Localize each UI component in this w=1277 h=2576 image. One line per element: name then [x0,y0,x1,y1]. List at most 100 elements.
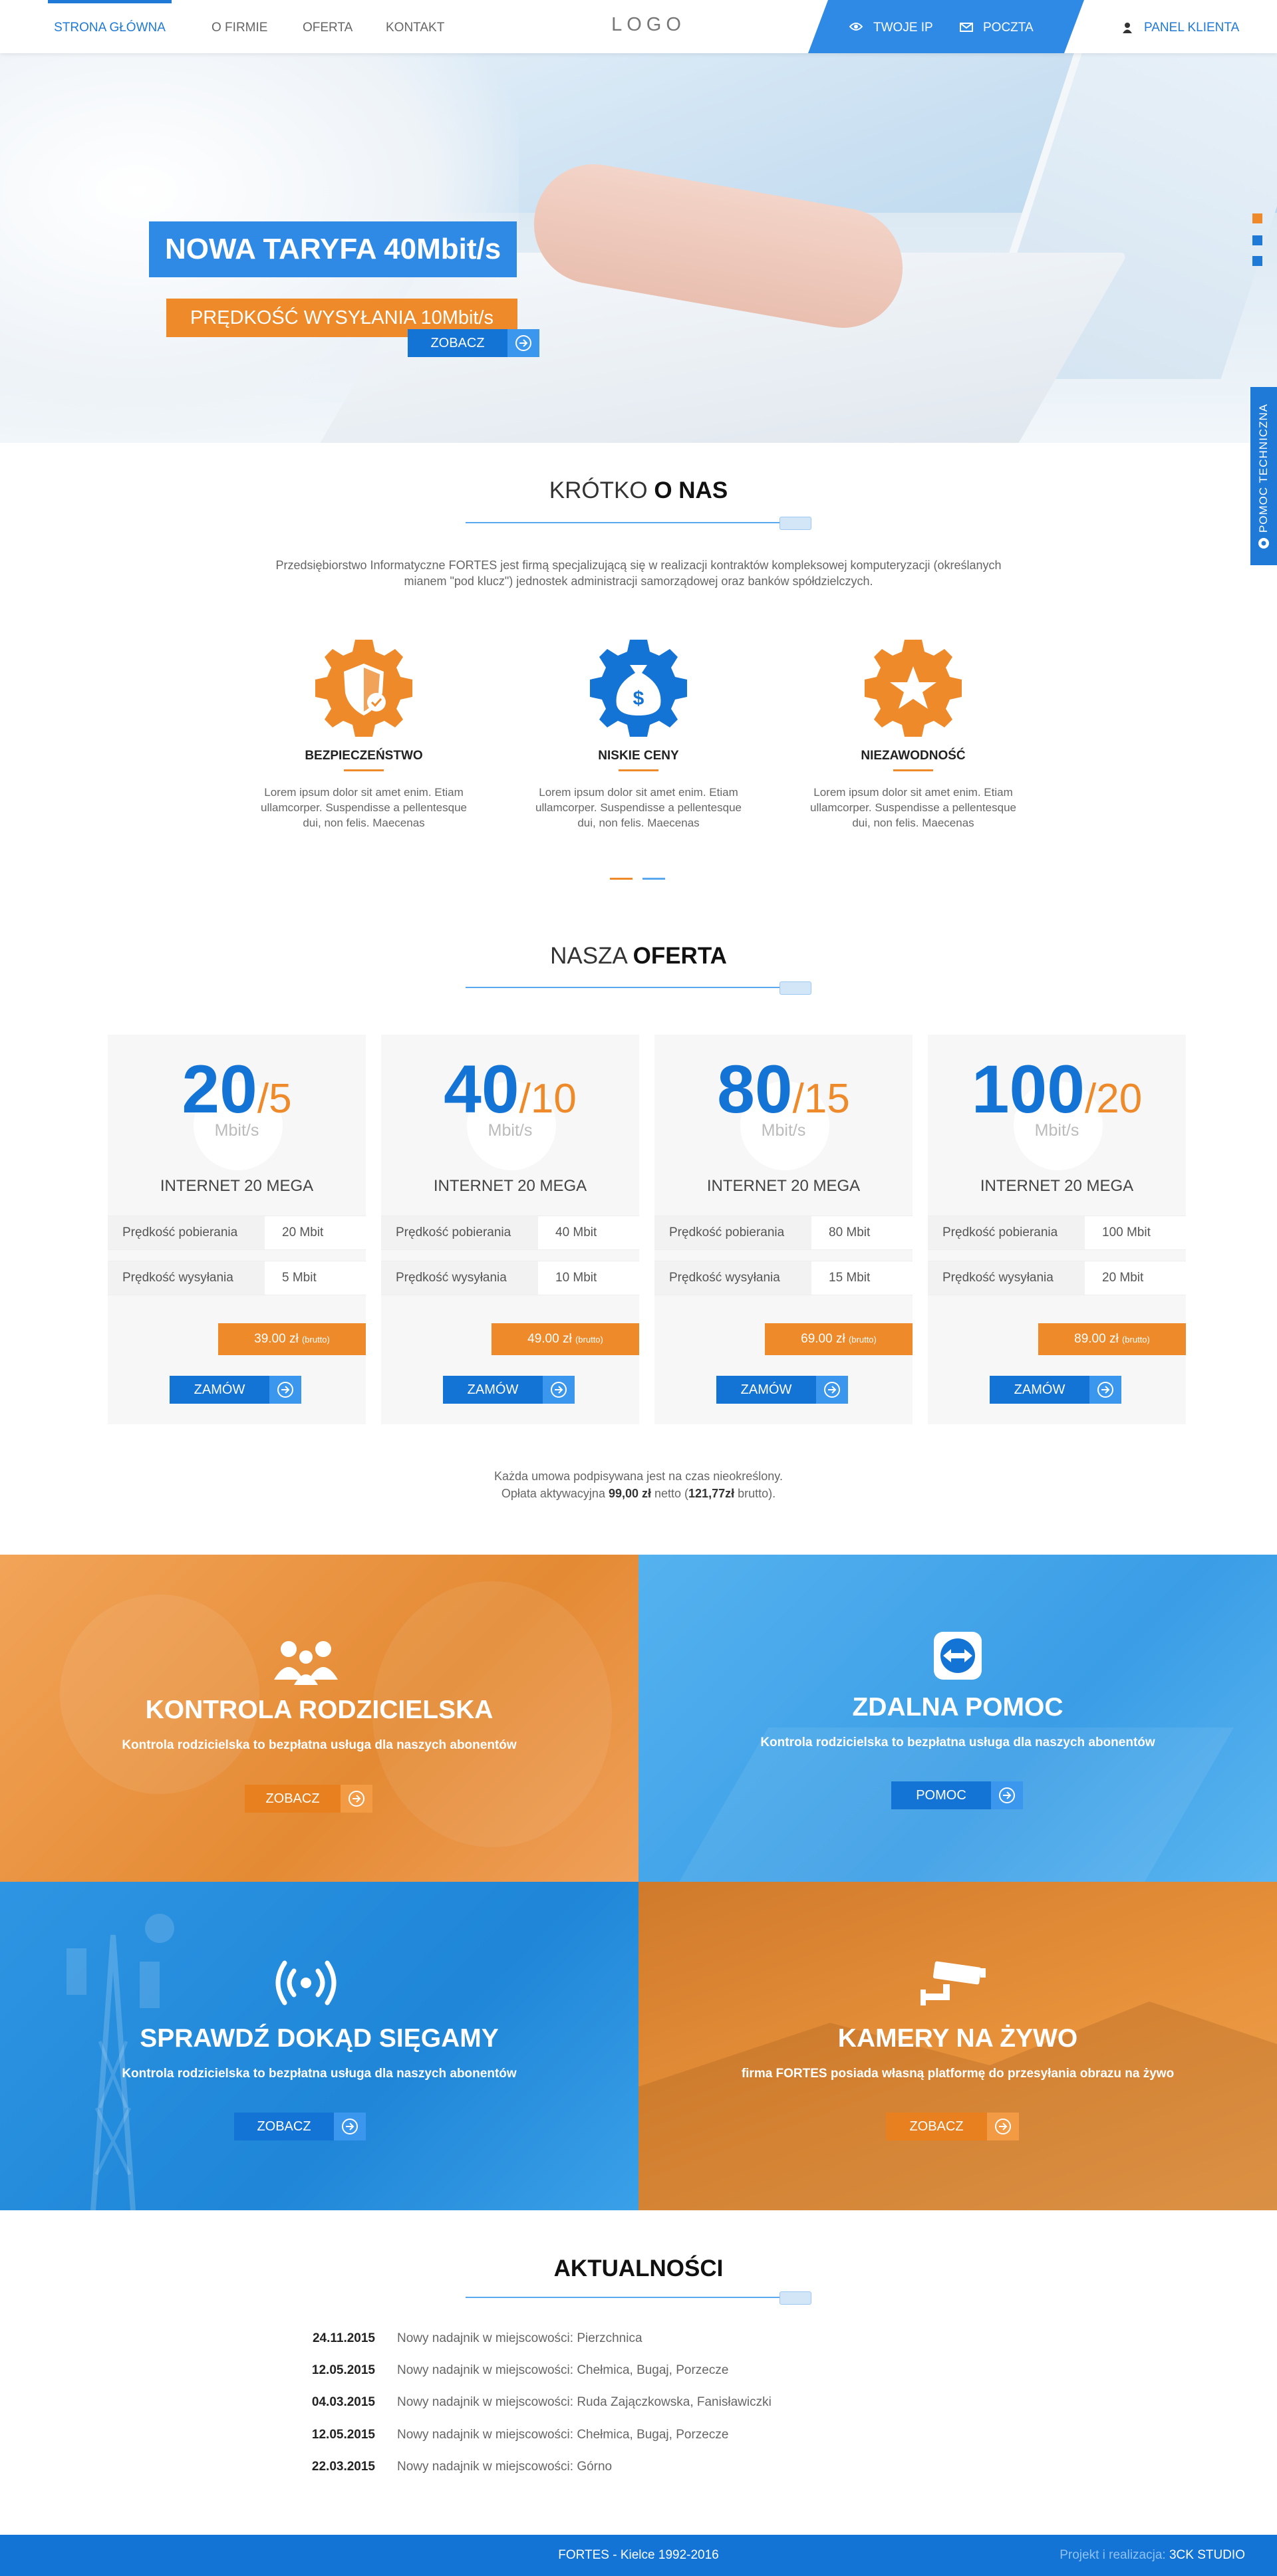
news-date: 12.05.2015 [311,2363,375,2377]
tile-title: KAMERY NA ŻYWO [837,2024,1078,2053]
news-date: 04.03.2015 [311,2395,375,2409]
plan-speed: 80/15 [717,1051,850,1127]
svg-text:$: $ [633,688,644,709]
arrow-right-icon [543,1376,575,1404]
plan-download-row: Prędkość pobierania 80 Mbit [654,1216,913,1250]
plan-unit: Mbit/s [488,1121,533,1140]
feature-title-reliability: NIEZAWODNOŚĆ [861,749,966,763]
feature-icon-security [314,638,414,741]
news-link[interactable]: Nowy nadajnik w miejscowości: Chełmica, … [397,2363,728,2378]
hero-see-button-label: ZOBACZ [408,329,507,357]
tile-coverage: SPRAWDŹ DOKĄD SIĘGAMY Kontrola rodziciel… [0,1882,638,2210]
slide-dot-1[interactable] [1252,213,1262,223]
carousel-dot-2[interactable] [642,878,665,880]
eye-icon [849,21,863,35]
news-link[interactable]: Nowy nadajnik w miejscowości: Ruda Zając… [397,2395,772,2410]
tile-subtitle: firma FORTES posiada własną platformę do… [741,2067,1175,2081]
news-title: AKTUALNOŚCI [553,2255,724,2281]
news-date: 12.05.2015 [311,2428,375,2442]
nav-client-panel[interactable]: PANEL KLIENTA [1144,0,1239,53]
hero-title: NOWA TARYFA 40Mbit/s [149,221,517,277]
antenna-tower-shape [27,1908,200,2210]
plan-name: INTERNET 20 MEGA [706,1177,861,1195]
feature-text-security: Lorem ipsum dolor sit amet enim. Etiam u… [261,786,467,829]
plan-name: INTERNET 20 MEGA [980,1177,1134,1195]
plan-download-row: Prędkość pobierania 20 Mbit [108,1216,366,1250]
plan-upload-row: Prędkość wysyłania 15 Mbit [654,1261,913,1295]
technical-support-tab[interactable]: POMOC TECHNICZNA [1250,387,1277,565]
feature-underline [344,769,384,771]
plan-upload-row: Prędkość wysyłania 10 Mbit [381,1261,639,1295]
plan-unit: Mbit/s [1034,1121,1079,1140]
mail-icon [960,23,973,35]
tile-subtitle: Kontrola rodzicielska to bezpłatna usług… [122,1738,517,1752]
feature-title-low-prices: NISKIE CENY [598,749,679,763]
order-button[interactable]: ZAMÓW [170,1376,301,1404]
news-divider [466,2291,811,2305]
feature-title-security: BEZPIECZEŃSTWO [305,749,423,763]
plan-price: 39.00 zł (brutto) [218,1323,366,1355]
tile-live-cameras: KAMERY NA ŻYWO firma FORTES posiada włas… [638,1882,1277,2210]
activation-fee-note: Opłata aktywacyjna 99,00 zł netto (121,7… [501,1487,776,1500]
plan-price: 69.00 zł (brutto) [765,1323,913,1355]
news-link[interactable]: Nowy nadajnik w miejscowości: Pierzchnic… [397,2331,642,2346]
signal-icon [275,1959,337,2010]
order-button[interactable]: ZAMÓW [716,1376,848,1404]
about-text: Przedsiębiorstwo Informatyczne FORTES je… [275,559,1002,588]
feature-text-reliability: Lorem ipsum dolor sit amet enim. Etiam u… [810,786,1016,829]
news-date: 22.03.2015 [311,2460,375,2474]
footer-credit-link[interactable]: 3CK STUDIO [1169,2548,1245,2562]
slide-dot-2[interactable] [1252,235,1262,245]
tile-see-button[interactable]: ZOBACZ [886,2113,1019,2140]
news-link[interactable]: Nowy nadajnik w miejscowości: Chełmica, … [397,2428,728,2442]
hero-see-button[interactable]: ZOBACZ [408,329,539,357]
plan-card: 80/15 Mbit/s INTERNET 20 MEGA Prędkość p… [654,1035,913,1424]
tile-subtitle: Kontrola rodzicielska to bezpłatna usług… [122,2067,517,2081]
feature-underline [893,769,933,771]
top-navigation: STRONA GŁÓWNA O FIRMIE OFERTA KONTAKT LO… [0,0,1277,53]
offer-divider [466,981,811,995]
plan-card: 40/10 Mbit/s INTERNET 20 MEGA Prędkość p… [381,1035,639,1424]
plan-speed: 40/10 [444,1051,577,1127]
logo[interactable]: LOGO [565,0,732,51]
tile-help-button[interactable]: POMOC [891,1781,1023,1809]
nav-item-home[interactable]: STRONA GŁÓWNA [48,0,172,53]
feature-underline [619,769,658,771]
tile-subtitle: Kontrola rodzicielska to bezpłatna usług… [760,1736,1155,1749]
arrow-right-icon [987,2113,1019,2140]
plan-price: 89.00 zł (brutto) [1038,1323,1186,1355]
user-icon [1122,22,1133,37]
news-date: 24.11.2015 [312,2331,375,2345]
tile-title: SPRAWDŹ DOKĄD SIĘGAMY [140,2024,499,2053]
nav-item-about[interactable]: O FIRMIE [212,0,267,53]
order-button[interactable]: ZAMÓW [990,1376,1121,1404]
plan-download-row: Prędkość pobierania 40 Mbit [381,1216,639,1250]
plan-upload-row: Prędkość wysyłania 5 Mbit [108,1261,366,1295]
camera-icon [919,1960,986,2011]
tile-title: ZDALNA POMOC [852,1693,1064,1722]
order-button[interactable]: ZAMÓW [443,1376,575,1404]
lifebuoy-icon [1258,538,1269,549]
hero-slider: NOWA TARYFA 40Mbit/s PRĘDKOŚĆ WYSYŁANIA … [0,53,1277,443]
carousel-dot-1[interactable] [610,878,633,880]
plan-speed: 100/20 [971,1051,1143,1127]
nav-mail-link[interactable]: POCZTA [983,0,1034,53]
tile-see-button[interactable]: ZOBACZ [234,2113,366,2140]
plan-speed: 20/5 [182,1051,292,1127]
tile-see-button[interactable]: ZOBACZ [245,1785,372,1813]
plan-upload-row: Prędkość wysyłania 20 Mbit [928,1261,1186,1295]
plan-unit: Mbit/s [761,1121,806,1140]
tile-remote-help: ZDALNA POMOC Kontrola rodzicielska to be… [638,1555,1277,1882]
news-link[interactable]: Nowy nadajnik w miejscowości: Górno [397,2460,612,2474]
nav-item-contact[interactable]: KONTAKT [386,0,444,53]
arrow-right-icon [816,1376,848,1404]
nav-ip-link[interactable]: TWOJE IP [873,0,933,53]
about-divider [466,517,811,530]
plan-download-row: Prędkość pobierania 100 Mbit [928,1216,1186,1250]
slide-dot-3[interactable] [1252,256,1262,266]
footer-credit: Projekt i realizacja: 3CK STUDIO [1060,2548,1245,2562]
plan-card: 100/20 Mbit/s INTERNET 20 MEGA Prędkość … [928,1035,1186,1424]
nav-item-offer[interactable]: OFERTA [303,0,353,53]
teamviewer-icon [932,1630,983,1684]
feature-icon-low-prices: $ [589,638,688,741]
